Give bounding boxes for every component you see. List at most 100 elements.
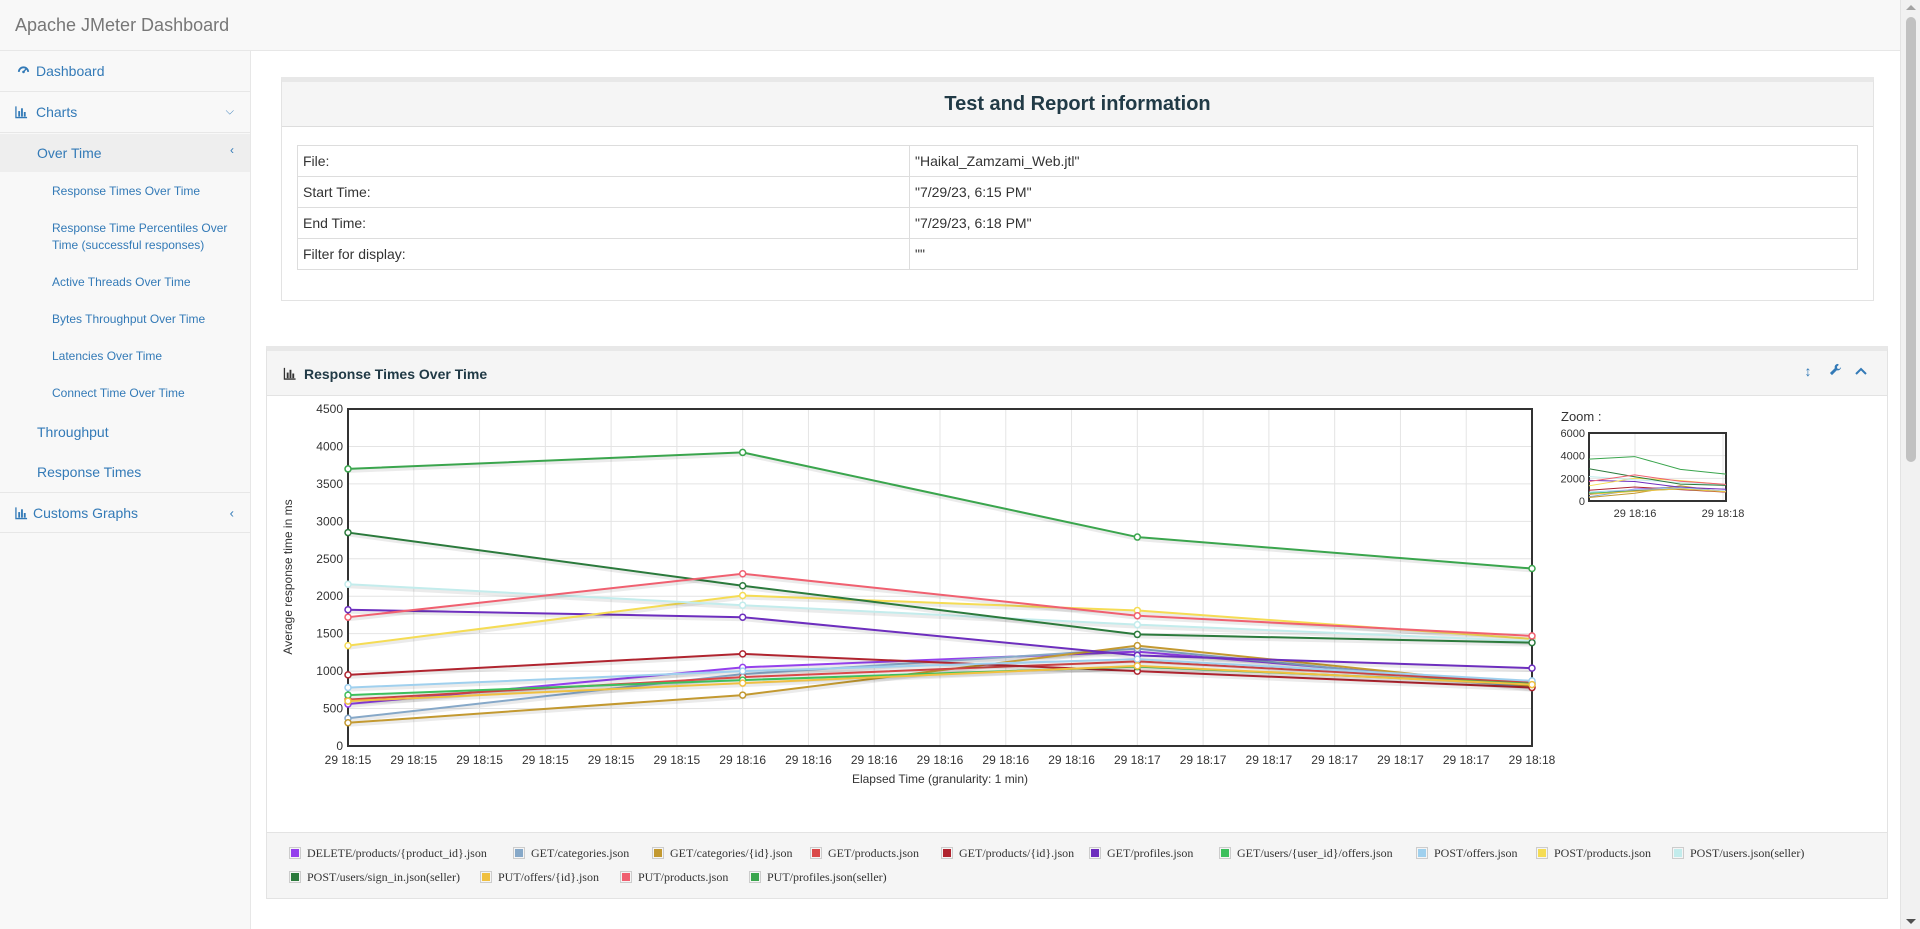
table-row: File: "Haikal_Zamzami_Web.jtl" [297,145,1858,177]
legend-swatch [1536,847,1548,859]
data-point [1133,662,1142,670]
data-point [1133,611,1142,620]
table-row: Filter for display: "" [297,238,1858,270]
y-tick-label: 3000 [316,514,343,528]
panel-title: Test and Report information [282,82,1873,127]
data-point [1528,632,1536,640]
table-row: Start Time: "7/29/23, 6:15 PM" [297,176,1858,208]
sidebar-item-dashboard[interactable]: Dashboard [0,51,250,92]
panel-heading: Response Times Over Time ↕ [267,351,1887,396]
info-value: "7/29/23, 6:18 PM" [909,207,1858,239]
x-tick-label: 29 18:16 [1048,753,1095,767]
sidebar-item-label: Dashboard [36,63,105,79]
y-tick-label: 4500 [316,402,343,416]
data-point [344,613,352,621]
x-tick-label: 29 18:17 [1180,753,1227,767]
top-navbar: Apache JMeter Dashboard [0,0,1900,51]
bar-chart-icon [15,506,28,519]
sidebar-item-charts[interactable]: Charts ⌵ [0,92,250,133]
data-point [738,601,747,609]
data-point [1528,564,1536,573]
data-point [1133,533,1142,541]
data-point [738,667,747,675]
data-point [344,580,352,588]
y-tick-label: 4000 [316,439,343,453]
x-tick-label: 29 18:17 [1246,753,1293,767]
panel-title: Response Times Over Time [304,366,488,382]
chart-legend: DELETE/products/{product_id}.json GET/cat… [267,832,1887,898]
scrollbar-thumb[interactable] [1906,17,1916,462]
scroll-down-arrow-icon[interactable] [1906,919,1916,924]
legend-swatch [289,847,301,859]
sidebar-link-bytes-throughput[interactable]: Bytes Throughput Over Time [52,311,242,328]
legend-swatch [652,847,664,859]
expand-vertical-icon[interactable]: ↕ [1800,363,1816,381]
x-tick-label: 29 18:16 [719,753,766,767]
sidebar-link-latencies[interactable]: Latencies Over Time [52,348,242,365]
data-point [344,641,352,650]
chevron-up-icon[interactable] [1853,363,1869,381]
data-point [344,605,352,614]
data-point [1133,620,1142,629]
scroll-up-arrow-icon[interactable] [1906,5,1916,10]
y-tick-label: 3500 [316,477,343,491]
info-key: Filter for display: [297,238,910,270]
sidebar-item-over-time[interactable]: Over Time ‹ [0,134,250,172]
zoom-series-line [1588,456,1727,475]
sidebar-item-label: Customs Graphs [33,504,139,521]
y-axis-label: Average response time in ms [281,499,295,654]
zoom-x-tick-label: 29 18:18 [1702,508,1745,520]
page-scrollbar[interactable] [1900,0,1920,929]
info-table: File: "Haikal_Zamzami_Web.jtl" Start Tim… [297,145,1858,270]
sidebar-link-response-time-percentiles[interactable]: Response Time Percentiles Over Time (suc… [52,220,242,254]
x-tick-label: 29 18:16 [851,753,898,767]
legend-label: PUT/offers/{id}.json [498,870,599,884]
x-tick-label: 29 18:18 [1509,753,1556,767]
sidebar-link-connect-time[interactable]: Connect Time Over Time [52,385,242,402]
data-point [1133,630,1142,639]
legend-label: DELETE/products/{product_id}.json [307,846,487,860]
sidebar-link-active-threads[interactable]: Active Threads Over Time [52,274,242,291]
wrench-icon[interactable] [1827,363,1843,381]
legend-swatch [513,847,525,859]
sidebar-item-throughput[interactable]: Throughput [0,413,250,451]
x-tick-label: 29 18:16 [785,753,832,767]
data-point [1133,641,1142,650]
test-report-info-panel: Test and Report information File: "Haika… [281,77,1874,301]
x-tick-label: 29 18:15 [325,753,372,767]
x-tick-label: 29 18:17 [1377,753,1424,767]
zoom-y-tick-label: 2000 [1561,473,1585,485]
info-key: File: [297,145,910,177]
series-shadow [348,452,1534,573]
sidebar-item-label: Over Time [37,145,102,161]
legend-label: GET/users/{user_id}/offers.json [1237,846,1393,860]
x-tick-label: 29 18:15 [390,753,437,767]
data-point [738,448,747,457]
app-brand[interactable]: Apache JMeter Dashboard [15,15,229,36]
data-point [344,671,352,679]
y-tick-label: 1000 [316,664,343,678]
y-tick-label: 2500 [316,552,343,566]
data-point [738,613,747,621]
dashboard-icon [17,66,30,74]
response-times-chart[interactable]: 0 500 1000 1500 2000 2500 3000 3500 4000 4500 29 … [267,396,1889,832]
sidebar-item-response-times[interactable]: Response Times [0,453,250,491]
info-key: End Time: [297,207,910,239]
y-tick-label: 500 [323,702,343,716]
y-tick-label: 2000 [316,589,343,603]
x-tick-label: 29 18:15 [654,753,701,767]
data-point [344,528,352,537]
sidebar-link-response-times-over-time[interactable]: Response Times Over Time [52,183,242,200]
info-key: Start Time: [297,176,910,208]
legend-swatch [289,871,301,883]
data-point [738,691,747,699]
sidebar-item-label: Throughput [37,424,109,440]
chevron-left-icon: ‹ [230,143,234,157]
data-point [344,719,352,727]
data-point [1528,680,1536,689]
legend-label: GET/products.json [828,846,919,860]
zoom-x-tick-label: 29 18:16 [1614,508,1657,520]
x-tick-label: 29 18:15 [522,753,569,767]
sidebar-item-customs-graphs[interactable]: Customs Graphs ‹ [0,492,250,533]
data-point [344,683,352,692]
